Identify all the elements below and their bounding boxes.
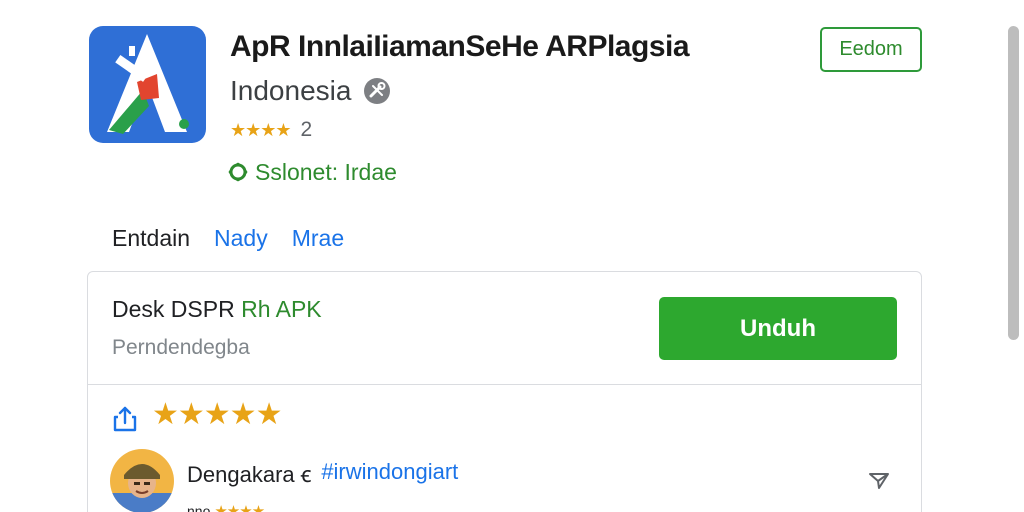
tab-mrae[interactable]: Mrae	[292, 225, 344, 252]
reviewer-hashtag[interactable]: #irwindongiart	[321, 459, 458, 489]
send-icon[interactable]	[868, 471, 890, 491]
download-title: Desk DSPR Rh APK	[112, 296, 322, 323]
developer-name[interactable]: Indonesia	[230, 75, 351, 107]
verified-badge-icon	[228, 162, 248, 182]
verified-row: Sslonet: Irdae	[228, 158, 397, 186]
review-stars[interactable]: ★★★★★	[152, 400, 282, 430]
tab-nady[interactable]: Nady	[214, 225, 268, 252]
reviewer-avatar-icon	[110, 449, 174, 512]
avatar[interactable]	[110, 449, 174, 512]
reviewer-meta-text: nno	[187, 503, 211, 512]
download-title-accent: Rh APK	[241, 296, 322, 322]
reviewer-name: Dengakara ꞓ	[187, 462, 312, 487]
developer-row: Indonesia	[230, 74, 391, 108]
download-card: Desk DSPR Rh APK Perndendegba Unduh ★★★★…	[87, 271, 922, 512]
app-title: ApR InnlaiIiamanSeHe ARPlagsia	[230, 30, 690, 63]
tab-bar: Entdain Nady Mrae	[112, 224, 344, 252]
reviewer-meta-stars: ★★★★	[214, 503, 265, 512]
reviewer-row: Dengakara ꞓ #irwindongiart	[187, 459, 458, 489]
header-action-button[interactable]: Eedom	[820, 27, 922, 72]
tools-icon	[364, 78, 391, 104]
verified-text: Sslonet: Irdae	[255, 158, 397, 185]
app-icon	[89, 26, 206, 143]
app-logo-icon	[89, 26, 206, 143]
reviewer-meta: nno ★★★★	[187, 502, 265, 512]
tab-entdain[interactable]: Entdain	[112, 225, 190, 252]
download-subtitle: Perndendegba	[112, 336, 250, 359]
card-divider	[88, 384, 921, 385]
download-title-prefix: Desk DSPR	[112, 296, 235, 322]
rating-stars: ★★★★	[230, 120, 292, 140]
download-button[interactable]: Unduh	[659, 297, 897, 360]
share-icon[interactable]	[112, 405, 138, 433]
rating-count: 2	[300, 118, 313, 141]
rating-row: ★★★★ 2	[230, 118, 312, 142]
scrollbar[interactable]	[1008, 26, 1019, 340]
